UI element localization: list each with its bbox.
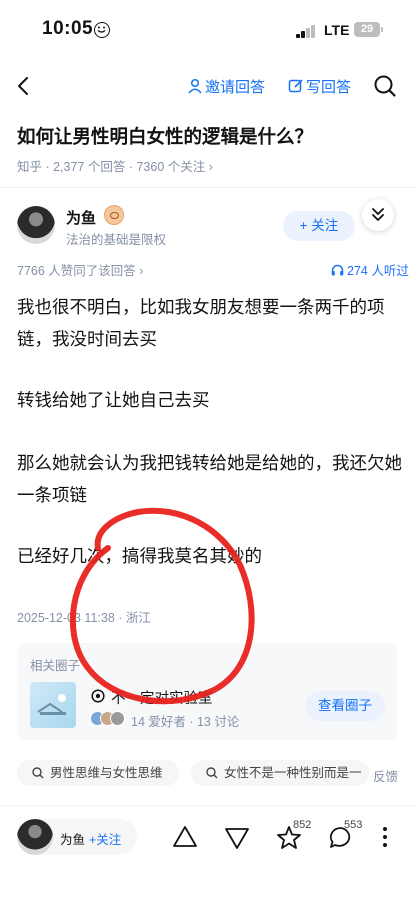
listen-button[interactable]: 274 人听过 bbox=[331, 260, 409, 279]
back-button[interactable] bbox=[14, 75, 34, 97]
follow-button[interactable]: + 关注 bbox=[283, 211, 355, 241]
question-title[interactable]: 如何让男性明白女性的逻辑是什么？ bbox=[17, 123, 313, 149]
more-button[interactable] bbox=[380, 824, 390, 850]
answer-paragraph-4: 已经好几次，搞得我莫名其妙的 bbox=[17, 546, 262, 566]
battery-tip bbox=[381, 27, 383, 32]
related-circle-title: 相关圈子 bbox=[30, 659, 81, 673]
bottom-author-name: 为鱼 bbox=[60, 833, 86, 847]
feedback-link[interactable]: 反馈 bbox=[373, 766, 398, 785]
collapse-button[interactable] bbox=[362, 199, 394, 231]
topic-tag-label: 女性不是一种性别而是一 bbox=[224, 766, 362, 780]
divider bbox=[0, 805, 415, 806]
agree-count[interactable]: 7766 人赞同了该回答 › bbox=[17, 260, 143, 279]
member-avatar bbox=[110, 711, 125, 726]
downvote-button[interactable] bbox=[223, 826, 251, 852]
write-answer-label: 写回答 bbox=[306, 79, 352, 96]
like-count: 852 bbox=[293, 819, 312, 831]
author-avatar[interactable] bbox=[17, 206, 55, 244]
headphones-icon bbox=[331, 264, 344, 276]
answer-paragraph-3: 那么她就会认为我把钱转给她是给她的，我还欠她一条项链 bbox=[17, 453, 402, 505]
circle-stats: 14 爱好者 · 13 讨论 bbox=[131, 715, 240, 729]
user-icon bbox=[188, 78, 202, 94]
search-button[interactable] bbox=[373, 74, 397, 98]
topic-tag-label: 男性思维与女性思维 bbox=[50, 766, 163, 780]
focus-mode-icon bbox=[94, 22, 110, 38]
author-name[interactable]: 为鱼 bbox=[66, 207, 96, 228]
divider bbox=[0, 187, 415, 188]
answer-paragraph-1: 我也很不明白，比如我女朋友想要一条两千的项链，我没时间去买 bbox=[17, 297, 385, 349]
comment-count: 553 bbox=[344, 819, 363, 831]
chevron-left-icon bbox=[18, 77, 28, 95]
view-circle-button[interactable]: 查看圈子 bbox=[305, 691, 385, 721]
status-time: 10:05 bbox=[42, 18, 94, 39]
signal-icon bbox=[296, 24, 318, 38]
question-meta[interactable]: 知乎 · 2,377 个回答 · 7360 个关注 › bbox=[17, 156, 213, 175]
search-icon bbox=[206, 767, 218, 779]
circle-icon bbox=[91, 689, 105, 703]
double-chevron-down-icon bbox=[372, 208, 384, 221]
more-vertical-icon bbox=[383, 827, 387, 847]
invite-answer-label: 邀请回答 bbox=[205, 79, 266, 96]
upvote-button[interactable] bbox=[171, 824, 199, 850]
triangle-down-icon bbox=[225, 828, 249, 849]
topic-tag[interactable]: 男性思维与女性思维 bbox=[17, 760, 179, 786]
battery-icon: 29 bbox=[354, 22, 380, 37]
bottom-follow-button[interactable]: +关注 bbox=[89, 829, 121, 848]
circle-name[interactable]: 不一定对实验室 bbox=[111, 687, 213, 708]
circle-thumbnail bbox=[30, 682, 76, 728]
answer-date: 2025-12-03 11:38 · 浙江 bbox=[17, 611, 151, 625]
answer-paragraph-2: 转钱给她了让她自己去买 bbox=[17, 390, 210, 410]
search-icon bbox=[374, 75, 396, 97]
bottom-author-avatar[interactable] bbox=[17, 819, 53, 855]
author-badge-icon bbox=[104, 205, 124, 225]
triangle-up-icon bbox=[173, 826, 197, 847]
listen-count: 274 人听过 bbox=[347, 264, 409, 278]
author-bio: 法治的基础是限权 bbox=[66, 233, 167, 247]
edit-icon bbox=[288, 79, 303, 93]
search-icon bbox=[32, 767, 44, 779]
network-type: LTE bbox=[324, 22, 350, 38]
topic-tag[interactable]: 女性不是一种性别而是一 bbox=[191, 760, 369, 786]
